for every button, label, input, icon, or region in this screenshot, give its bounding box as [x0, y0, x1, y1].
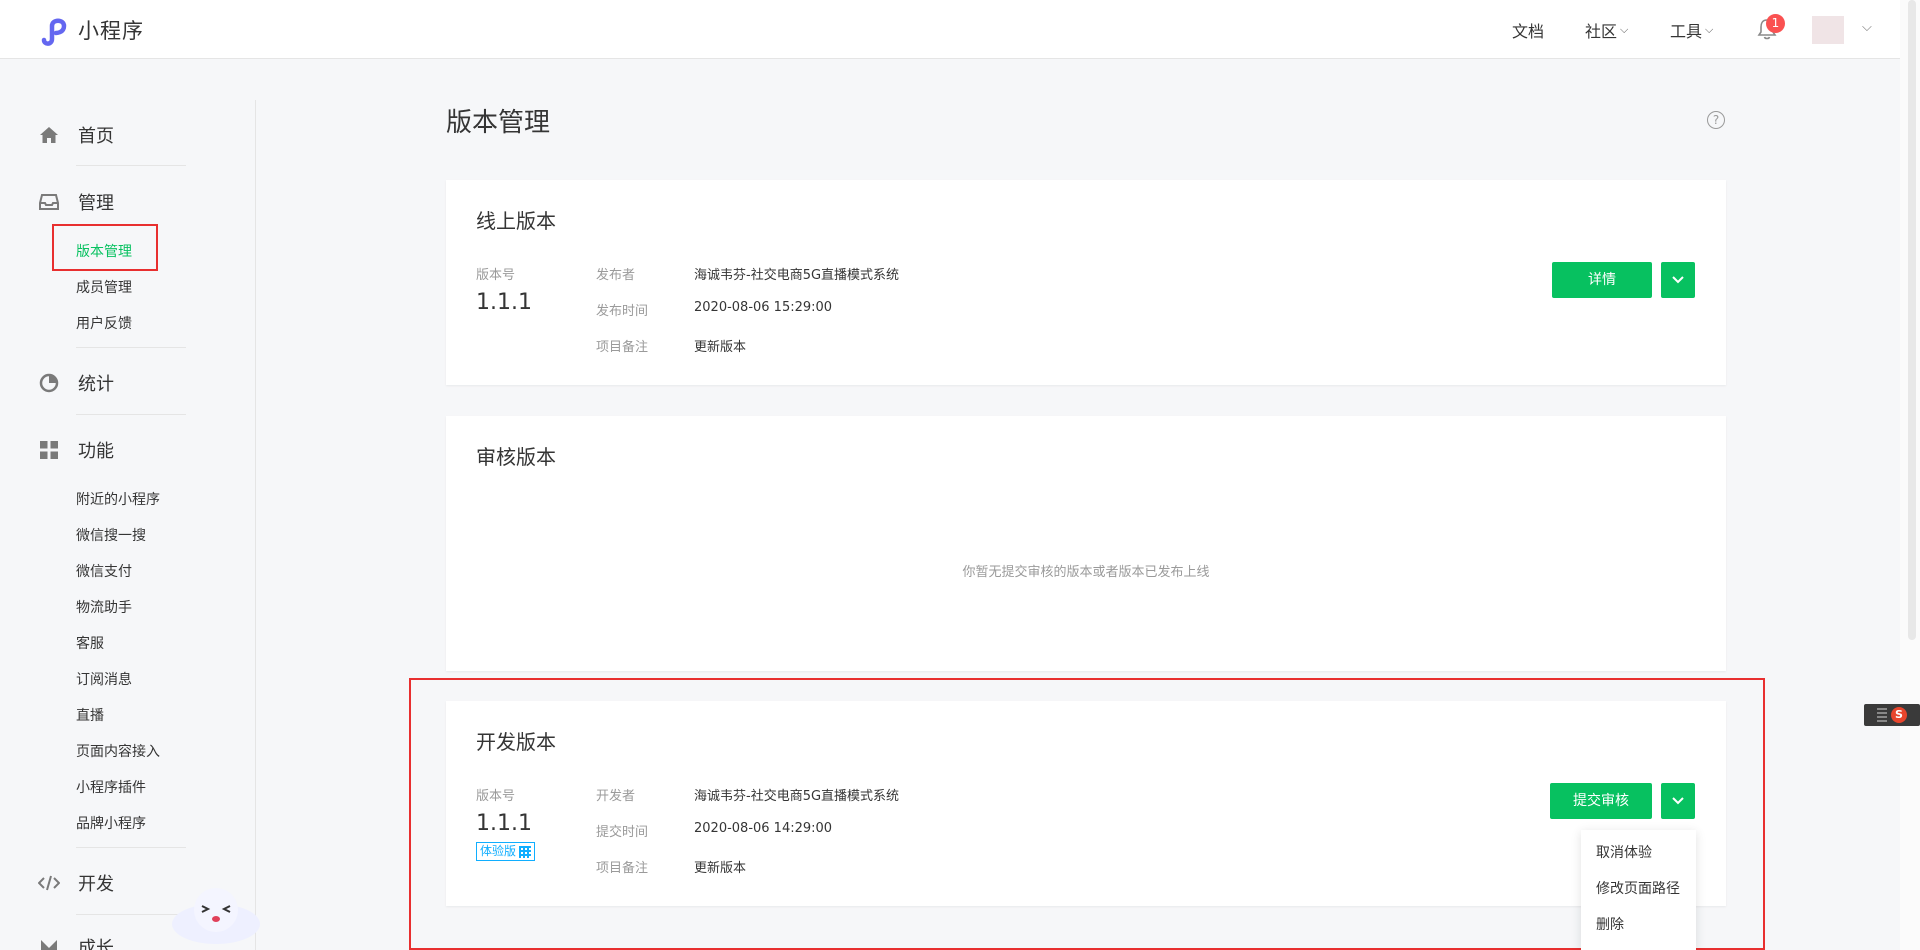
- sidebar-group-label: 统计: [78, 374, 114, 395]
- field-label: 发布时间: [596, 304, 649, 319]
- drag-handle-icon: [1877, 708, 1887, 722]
- grid-icon: [38, 439, 60, 461]
- sidebar-item-page-content[interactable]: 页面内容接入: [76, 741, 160, 761]
- sidebar-group-home[interactable]: 首页: [38, 122, 114, 148]
- page-title: 版本管理: [446, 108, 551, 138]
- sidebar-group-label: 首页: [78, 126, 114, 147]
- sidebar-item-members[interactable]: 成员管理: [76, 277, 132, 297]
- sidebar-group-label: 功能: [78, 441, 114, 462]
- logo-text: 小程序: [78, 19, 144, 43]
- sidebar-item-logistics[interactable]: 物流助手: [76, 597, 132, 617]
- sidebar-item-wechat-pay[interactable]: 微信支付: [76, 561, 132, 581]
- highlight-box: [52, 224, 158, 271]
- chevron-down-icon: ⌵: [1705, 22, 1714, 36]
- sidebar-group-develop[interactable]: 开发: [38, 870, 114, 896]
- chevron-down-icon: [1672, 276, 1684, 284]
- dropdown-cancel-experience[interactable]: 取消体验: [1596, 842, 1652, 862]
- chevron-down-icon: ⌵: [1620, 22, 1629, 36]
- sidebar: 首页 管理 版本管理 成员管理 用户反馈 统计 功能 附近的小程序 微信搜一搜 …: [0, 100, 256, 950]
- sidebar-item-plugins[interactable]: 小程序插件: [76, 777, 146, 797]
- growth-icon: [38, 936, 60, 950]
- version-number: 1.1.1: [476, 290, 532, 315]
- nav-community[interactable]: 社区 ⌵: [1585, 0, 1628, 59]
- publish-time-value: 2020-08-06 15:29:00: [694, 300, 833, 315]
- sidebar-item-subscribe-msg[interactable]: 订阅消息: [76, 669, 132, 689]
- remark-value: 更新版本: [694, 340, 747, 355]
- pie-chart-icon: [38, 372, 60, 394]
- sidebar-group-label: 成长: [78, 938, 114, 950]
- sidebar-group-label: 开发: [78, 874, 114, 895]
- nav-docs-label: 文档: [1512, 21, 1545, 41]
- divider: [76, 847, 186, 848]
- scrollbar-thumb[interactable]: [1908, 0, 1916, 640]
- divider: [76, 414, 186, 415]
- sidebar-item-wechat-search[interactable]: 微信搜一搜: [76, 525, 146, 545]
- nav-docs[interactable]: 文档: [1512, 0, 1544, 59]
- sidebar-group-features[interactable]: 功能: [38, 437, 114, 463]
- card-title: 审核版本: [476, 445, 556, 469]
- review-version-card: 审核版本 你暂无提交审核的版本或者版本已发布上线: [446, 416, 1726, 671]
- nav-community-label: 社区: [1585, 21, 1618, 41]
- mascot-cloud-icon[interactable]: [170, 884, 262, 946]
- nav-tools-label: 工具: [1670, 21, 1703, 41]
- highlight-box: [409, 678, 1765, 950]
- avatar[interactable]: [1812, 16, 1844, 44]
- ime-toolbar[interactable]: S: [1864, 704, 1920, 726]
- sogou-ime-icon: S: [1891, 707, 1907, 723]
- nav-tools[interactable]: 工具 ⌵: [1670, 0, 1713, 59]
- inbox-icon: [38, 191, 60, 213]
- field-label: 发布者: [596, 268, 636, 283]
- online-version-card: 线上版本 版本号 1.1.1 发布者 海诚韦芬-社交电商5G直播模式系统 发布时…: [446, 180, 1726, 385]
- online-more-button[interactable]: [1661, 262, 1695, 298]
- version-label: 版本号: [476, 268, 516, 283]
- sidebar-item-nearby[interactable]: 附近的小程序: [76, 489, 160, 509]
- dropdown-delete[interactable]: 删除: [1596, 914, 1624, 934]
- field-label: 项目备注: [596, 340, 649, 355]
- sidebar-item-customer-service[interactable]: 客服: [76, 633, 104, 653]
- sidebar-item-feedback[interactable]: 用户反馈: [76, 313, 132, 333]
- code-icon: [38, 872, 60, 894]
- chevron-down-icon[interactable]: ⌵: [1862, 20, 1872, 35]
- sidebar-item-brand[interactable]: 品牌小程序: [76, 813, 146, 833]
- top-header: 小程序 文档 社区 ⌵ 工具 ⌵ 1 ⌵: [0, 0, 1900, 59]
- detail-button[interactable]: 详情: [1552, 262, 1652, 298]
- sidebar-group-stats[interactable]: 统计: [38, 370, 114, 396]
- notification-badge: 1: [1766, 14, 1785, 33]
- dropdown-edit-page-path[interactable]: 修改页面路径: [1596, 878, 1680, 898]
- sidebar-group-manage[interactable]: 管理: [38, 189, 114, 215]
- home-icon: [38, 124, 60, 146]
- publisher-value: 海诚韦芬-社交电商5G直播模式系统: [694, 268, 900, 283]
- empty-tip: 你暂无提交审核的版本或者版本已发布上线: [962, 565, 1210, 580]
- dev-more-dropdown: 取消体验 修改页面路径 删除: [1581, 830, 1696, 950]
- sidebar-group-growth[interactable]: 成长: [38, 934, 114, 950]
- sidebar-group-label: 管理: [78, 193, 114, 214]
- sidebar-item-live[interactable]: 直播: [76, 705, 104, 725]
- divider: [76, 347, 186, 348]
- logo[interactable]: 小程序: [38, 14, 144, 46]
- card-title: 线上版本: [476, 209, 556, 233]
- miniprogram-logo-icon: [41, 18, 67, 46]
- help-icon[interactable]: ?: [1707, 111, 1725, 129]
- divider: [76, 165, 186, 166]
